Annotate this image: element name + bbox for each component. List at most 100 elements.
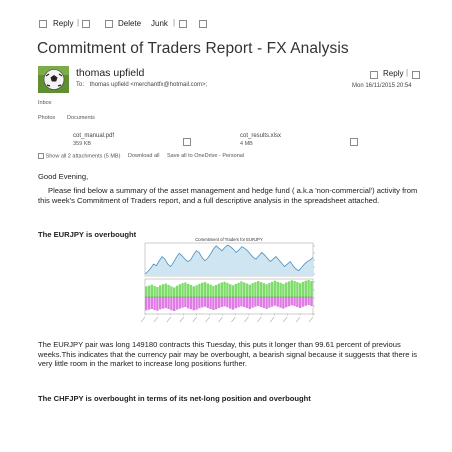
- negative-bar: [161, 297, 165, 309]
- download-all-link[interactable]: Download all: [128, 153, 160, 159]
- position-bar: [234, 283, 237, 297]
- attachment-name: cot_results.xlsx: [240, 133, 282, 139]
- position-bar: [296, 282, 299, 297]
- attachment-options-icon[interactable]: [183, 138, 191, 146]
- position-bar: [273, 280, 277, 297]
- folder-label[interactable]: Inbox: [38, 100, 51, 106]
- email-subject: Commitment of Traders Report - FX Analys…: [37, 40, 349, 57]
- negative-bar: [217, 297, 221, 308]
- position-bar: [153, 286, 156, 297]
- position-bar: [301, 281, 305, 297]
- tab-photos[interactable]: Photos: [38, 115, 55, 121]
- email-date: Mon 16/11/2015 20:54: [352, 83, 412, 89]
- delete-button[interactable]: Delete: [118, 19, 141, 28]
- more-actions-icon[interactable]: [199, 20, 207, 28]
- position-bar: [170, 286, 173, 297]
- junk-button[interactable]: Junk: [151, 19, 168, 28]
- position-bar: [189, 284, 193, 297]
- position-bar: [184, 282, 187, 297]
- negative-bar: [145, 297, 148, 311]
- negative-bar: [153, 297, 156, 310]
- x-tick-label: [192, 316, 197, 323]
- negative-bar: [299, 297, 302, 308]
- x-tick-label: [244, 316, 249, 323]
- section-paragraph: The EURJPY pair was long 149180 contract…: [38, 340, 418, 369]
- toolbar-separator: |: [77, 18, 80, 27]
- negative-bar: [220, 297, 223, 307]
- position-bar: [254, 282, 257, 297]
- negative-bar: [187, 297, 190, 309]
- section-heading: The CHFJPY is overbought in terms of its…: [38, 394, 311, 403]
- negative-bar: [178, 297, 181, 309]
- position-bar: [237, 282, 240, 297]
- reply-dropdown-icon[interactable]: [82, 20, 90, 28]
- x-tick-label: [308, 316, 314, 323]
- negative-bar: [195, 297, 198, 310]
- position-bar: [285, 282, 288, 297]
- x-tick-label: [282, 316, 288, 323]
- position-bar: [226, 282, 229, 297]
- attachment-item[interactable]: cot_results.xlsx 4 MB: [240, 133, 360, 149]
- negative-bar: [189, 297, 193, 310]
- show-all-icon: [38, 153, 44, 159]
- negative-bar: [215, 297, 218, 310]
- sender-avatar[interactable]: [38, 66, 69, 93]
- to-label: To:: [76, 82, 85, 88]
- negative-bar: [209, 297, 212, 309]
- negative-bar: [164, 297, 167, 308]
- x-tick-label: [257, 316, 262, 323]
- position-bar: [161, 284, 165, 297]
- negative-bar: [234, 297, 237, 309]
- save-onedrive-link[interactable]: Save all to OneDrive - Personal: [167, 153, 244, 159]
- position-bar: [248, 284, 251, 297]
- tab-documents[interactable]: Documents: [67, 115, 95, 121]
- negative-bar: [254, 297, 257, 307]
- negative-bar: [206, 297, 209, 308]
- toolbar-separator: |: [173, 18, 176, 27]
- negative-bar: [181, 297, 184, 308]
- greeting: Good Evening,: [38, 172, 89, 181]
- position-bar: [259, 282, 263, 297]
- reply-options-icon[interactable]: [412, 71, 420, 79]
- negative-bar: [282, 297, 285, 309]
- negative-bar: [229, 297, 232, 309]
- soccer-ball-icon: [38, 66, 69, 93]
- position-bar: [167, 284, 170, 297]
- position-bar: [215, 284, 218, 297]
- attachment-name: cot_manual.pdf: [73, 133, 115, 139]
- position-bar: [217, 283, 221, 297]
- attachment-options-icon[interactable]: [350, 138, 358, 146]
- position-bar: [145, 286, 148, 297]
- position-bar: [203, 282, 207, 297]
- position-bar: [307, 280, 310, 297]
- reply-separator: |: [406, 68, 409, 77]
- delete-icon[interactable]: [105, 20, 113, 28]
- reply-icon[interactable]: [39, 20, 47, 28]
- position-bar: [187, 283, 190, 297]
- negative-bar: [203, 297, 207, 307]
- position-bar: [223, 281, 226, 297]
- position-bar: [206, 283, 209, 297]
- attachment-item[interactable]: cot_manual.pdf 359 KB: [73, 133, 193, 149]
- negative-bar: [156, 297, 159, 311]
- reply-icon[interactable]: [370, 71, 378, 79]
- negative-bar: [251, 297, 254, 308]
- to-address[interactable]: thomas upfield <merchantfx@hotmail.com>;: [90, 82, 207, 88]
- position-bar: [287, 281, 291, 297]
- position-bar: [243, 282, 246, 297]
- negative-bar: [192, 297, 195, 311]
- position-bar: [257, 281, 260, 297]
- attachment-size: 359 KB: [73, 141, 92, 147]
- position-bar: [271, 281, 274, 297]
- position-bar: [290, 280, 293, 297]
- position-bar: [299, 283, 302, 297]
- cot-chart: Commitment of Traders for EURJPY: [140, 237, 315, 323]
- reply-button-header[interactable]: Reply: [383, 69, 403, 78]
- junk-dropdown-icon[interactable]: [179, 20, 187, 28]
- attachment-actions: Show all 2 attachments (5 MB) Download a…: [38, 153, 244, 159]
- position-bar: [181, 283, 184, 297]
- show-all-attachments-link[interactable]: Show all 2 attachments (5 MB): [46, 153, 121, 159]
- reply-button[interactable]: Reply: [53, 19, 73, 28]
- x-tick-label: [231, 316, 236, 323]
- negative-bar: [248, 297, 251, 309]
